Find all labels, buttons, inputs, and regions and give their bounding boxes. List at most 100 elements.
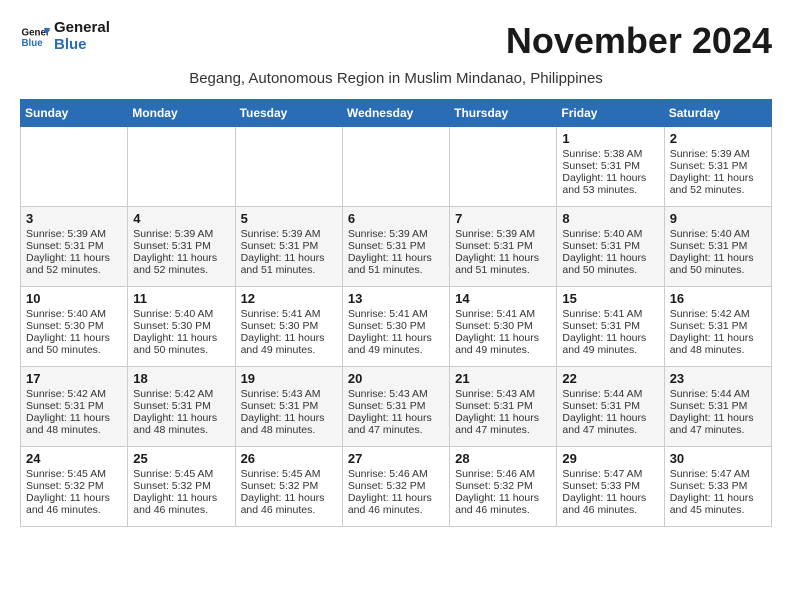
day-number: 13 bbox=[348, 291, 444, 306]
day-info: Sunrise: 5:40 AM bbox=[670, 228, 766, 240]
day-info: Daylight: 11 hours and 46 minutes. bbox=[133, 492, 229, 516]
day-info: Sunset: 5:31 PM bbox=[241, 400, 337, 412]
day-number: 17 bbox=[26, 371, 122, 386]
day-info: Sunrise: 5:39 AM bbox=[670, 148, 766, 160]
calendar-cell: 1Sunrise: 5:38 AMSunset: 5:31 PMDaylight… bbox=[557, 127, 664, 207]
day-info: Daylight: 11 hours and 46 minutes. bbox=[562, 492, 658, 516]
day-info: Sunrise: 5:41 AM bbox=[562, 308, 658, 320]
day-number: 12 bbox=[241, 291, 337, 306]
day-number: 20 bbox=[348, 371, 444, 386]
calendar-cell: 22Sunrise: 5:44 AMSunset: 5:31 PMDayligh… bbox=[557, 367, 664, 447]
day-info: Sunset: 5:31 PM bbox=[26, 240, 122, 252]
calendar-cell bbox=[342, 127, 449, 207]
day-info: Sunset: 5:31 PM bbox=[670, 320, 766, 332]
day-number: 9 bbox=[670, 211, 766, 226]
day-number: 28 bbox=[455, 451, 551, 466]
calendar-cell: 24Sunrise: 5:45 AMSunset: 5:32 PMDayligh… bbox=[21, 447, 128, 527]
day-number: 16 bbox=[670, 291, 766, 306]
calendar-table: SundayMondayTuesdayWednesdayThursdayFrid… bbox=[20, 99, 772, 527]
day-info: Sunrise: 5:39 AM bbox=[455, 228, 551, 240]
day-number: 11 bbox=[133, 291, 229, 306]
day-info: Daylight: 11 hours and 49 minutes. bbox=[348, 332, 444, 356]
day-number: 19 bbox=[241, 371, 337, 386]
day-info: Daylight: 11 hours and 50 minutes. bbox=[26, 332, 122, 356]
day-info: Sunset: 5:31 PM bbox=[26, 400, 122, 412]
day-info: Sunrise: 5:38 AM bbox=[562, 148, 658, 160]
day-number: 4 bbox=[133, 211, 229, 226]
calendar-cell: 4 Sunrise: 5:39 AMSunset: 5:31 PMDaylight… bbox=[128, 207, 235, 287]
day-info: Daylight: 11 hours and 48 minutes. bbox=[26, 412, 122, 436]
calendar-cell: 15Sunrise: 5:41 AMSunset: 5:31 PMDayligh… bbox=[557, 287, 664, 367]
col-header-thursday: Thursday bbox=[450, 100, 557, 127]
day-info: Daylight: 11 hours and 50 minutes. bbox=[670, 252, 766, 276]
calendar-cell: 27Sunrise: 5:46 AMSunset: 5:32 PMDayligh… bbox=[342, 447, 449, 527]
day-info: Sunrise: 5:40 AM bbox=[26, 308, 122, 320]
day-info: Sunrise: 5:39 AM bbox=[241, 228, 337, 240]
month-title: November 2024 bbox=[506, 20, 772, 62]
day-info: Sunrise: 5:40 AM bbox=[133, 308, 229, 320]
day-info: Sunrise: 5:39 AM bbox=[133, 228, 229, 240]
calendar-cell: 21Sunrise: 5:43 AMSunset: 5:31 PMDayligh… bbox=[450, 367, 557, 447]
calendar-cell: 7Sunrise: 5:39 AMSunset: 5:31 PMDaylight… bbox=[450, 207, 557, 287]
day-info: Sunset: 5:31 PM bbox=[133, 240, 229, 252]
day-info: Sunset: 5:31 PM bbox=[562, 400, 658, 412]
day-info: Sunset: 5:31 PM bbox=[348, 400, 444, 412]
calendar-cell: 29Sunrise: 5:47 AMSunset: 5:33 PMDayligh… bbox=[557, 447, 664, 527]
calendar-cell: 23Sunrise: 5:44 AMSunset: 5:31 PMDayligh… bbox=[664, 367, 771, 447]
day-number: 14 bbox=[455, 291, 551, 306]
day-info: Sunset: 5:31 PM bbox=[241, 240, 337, 252]
day-info: Daylight: 11 hours and 49 minutes. bbox=[241, 332, 337, 356]
day-info: Daylight: 11 hours and 52 minutes. bbox=[133, 252, 229, 276]
calendar-cell bbox=[21, 127, 128, 207]
calendar-cell: 18Sunrise: 5:42 AMSunset: 5:31 PMDayligh… bbox=[128, 367, 235, 447]
day-info: Sunrise: 5:41 AM bbox=[348, 308, 444, 320]
day-info: Daylight: 11 hours and 47 minutes. bbox=[348, 412, 444, 436]
day-info: Sunset: 5:31 PM bbox=[455, 400, 551, 412]
day-info: Sunrise: 5:45 AM bbox=[133, 468, 229, 480]
day-number: 24 bbox=[26, 451, 122, 466]
day-number: 27 bbox=[348, 451, 444, 466]
day-info: Daylight: 11 hours and 47 minutes. bbox=[562, 412, 658, 436]
calendar-cell bbox=[235, 127, 342, 207]
day-info: Daylight: 11 hours and 50 minutes. bbox=[133, 332, 229, 356]
day-info: Sunrise: 5:41 AM bbox=[455, 308, 551, 320]
day-info: Sunset: 5:31 PM bbox=[562, 160, 658, 172]
day-info: Daylight: 11 hours and 46 minutes. bbox=[26, 492, 122, 516]
day-info: Sunrise: 5:45 AM bbox=[26, 468, 122, 480]
day-info: Sunset: 5:30 PM bbox=[455, 320, 551, 332]
day-info: Sunset: 5:31 PM bbox=[562, 320, 658, 332]
day-info: Sunset: 5:30 PM bbox=[26, 320, 122, 332]
calendar-cell: 2Sunrise: 5:39 AMSunset: 5:31 PMDaylight… bbox=[664, 127, 771, 207]
day-info: Daylight: 11 hours and 47 minutes. bbox=[670, 412, 766, 436]
col-header-wednesday: Wednesday bbox=[342, 100, 449, 127]
day-info: Sunset: 5:31 PM bbox=[562, 240, 658, 252]
day-info: Sunrise: 5:39 AM bbox=[348, 228, 444, 240]
calendar-cell bbox=[128, 127, 235, 207]
day-info: Daylight: 11 hours and 49 minutes. bbox=[562, 332, 658, 356]
day-info: Sunset: 5:31 PM bbox=[348, 240, 444, 252]
day-info: Sunset: 5:33 PM bbox=[670, 480, 766, 492]
col-header-tuesday: Tuesday bbox=[235, 100, 342, 127]
day-number: 18 bbox=[133, 371, 229, 386]
day-info: Sunset: 5:31 PM bbox=[670, 160, 766, 172]
logo: General Blue General Blue bbox=[20, 20, 110, 53]
day-info: Sunset: 5:30 PM bbox=[241, 320, 337, 332]
calendar-cell: 14Sunrise: 5:41 AMSunset: 5:30 PMDayligh… bbox=[450, 287, 557, 367]
day-info: Daylight: 11 hours and 52 minutes. bbox=[26, 252, 122, 276]
day-number: 7 bbox=[455, 211, 551, 226]
day-info: Sunrise: 5:46 AM bbox=[348, 468, 444, 480]
day-info: Sunset: 5:32 PM bbox=[241, 480, 337, 492]
calendar-cell: 9 Sunrise: 5:40 AMSunset: 5:31 PMDaylight… bbox=[664, 207, 771, 287]
calendar-cell: 19Sunrise: 5:43 AMSunset: 5:31 PMDayligh… bbox=[235, 367, 342, 447]
day-number: 3 bbox=[26, 211, 122, 226]
col-header-saturday: Saturday bbox=[664, 100, 771, 127]
calendar-cell: 8Sunrise: 5:40 AMSunset: 5:31 PMDaylight… bbox=[557, 207, 664, 287]
calendar-cell: 6Sunrise: 5:39 AMSunset: 5:31 PMDaylight… bbox=[342, 207, 449, 287]
day-info: Sunrise: 5:41 AM bbox=[241, 308, 337, 320]
day-number: 25 bbox=[133, 451, 229, 466]
day-info: Sunset: 5:31 PM bbox=[670, 240, 766, 252]
day-info: Sunset: 5:30 PM bbox=[348, 320, 444, 332]
day-info: Daylight: 11 hours and 46 minutes. bbox=[241, 492, 337, 516]
day-info: Sunrise: 5:47 AM bbox=[670, 468, 766, 480]
day-number: 26 bbox=[241, 451, 337, 466]
